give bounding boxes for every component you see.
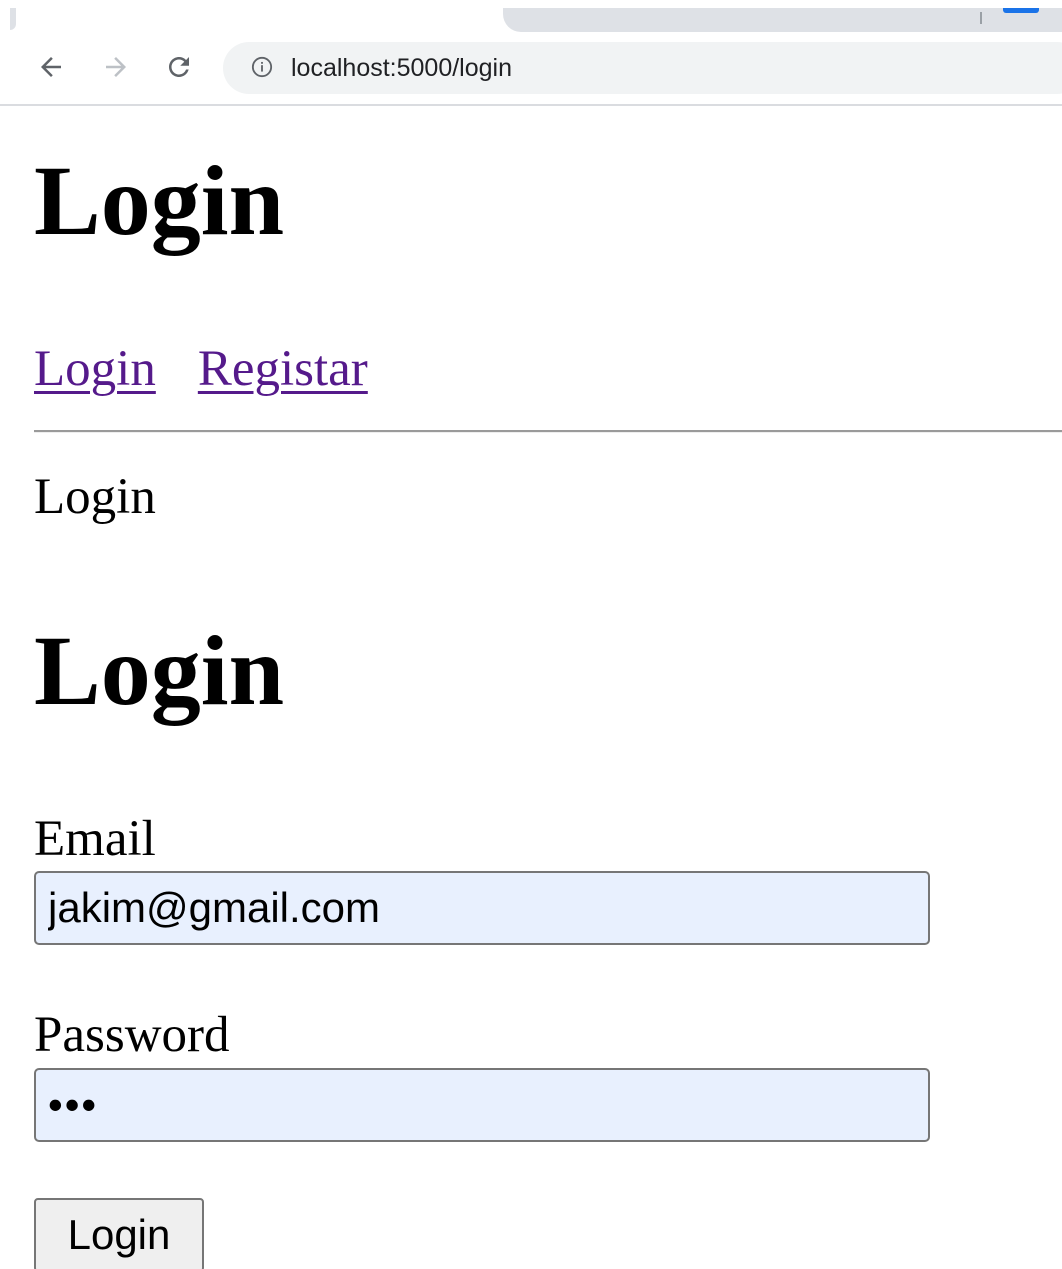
email-label: Email bbox=[34, 811, 156, 867]
forward-button[interactable] bbox=[96, 47, 136, 87]
form-title: Login bbox=[34, 615, 285, 726]
arrow-right-icon bbox=[106, 57, 126, 77]
divider bbox=[34, 430, 1062, 433]
tab-separator bbox=[980, 12, 982, 24]
reload-button[interactable] bbox=[159, 47, 199, 87]
browser-tab-strip bbox=[0, 0, 1062, 34]
address-bar[interactable]: localhost:5000/login bbox=[223, 42, 1062, 94]
email-field[interactable] bbox=[34, 871, 930, 945]
login-button[interactable]: Login bbox=[34, 1198, 204, 1269]
section-label: Login bbox=[34, 469, 156, 525]
url-text[interactable]: localhost:5000/login bbox=[291, 54, 512, 82]
browser-tab[interactable] bbox=[503, 8, 1062, 32]
reload-icon bbox=[169, 57, 189, 77]
tab-indicator bbox=[1003, 8, 1039, 13]
browser-toolbar: localhost:5000/login bbox=[0, 34, 1062, 106]
register-link[interactable]: Registar bbox=[198, 341, 368, 397]
login-link[interactable]: Login bbox=[34, 341, 156, 397]
info-icon[interactable] bbox=[251, 56, 273, 78]
nav-links: Login Registar bbox=[34, 340, 368, 398]
password-label: Password bbox=[34, 1007, 230, 1063]
page-content: Login Login Registar Login Login Email Pa… bbox=[34, 104, 1062, 1269]
back-button[interactable] bbox=[31, 47, 71, 87]
password-field[interactable] bbox=[34, 1068, 930, 1142]
page-title: Login bbox=[34, 145, 285, 256]
arrow-left-icon bbox=[41, 57, 61, 77]
tab-edge bbox=[10, 8, 16, 30]
